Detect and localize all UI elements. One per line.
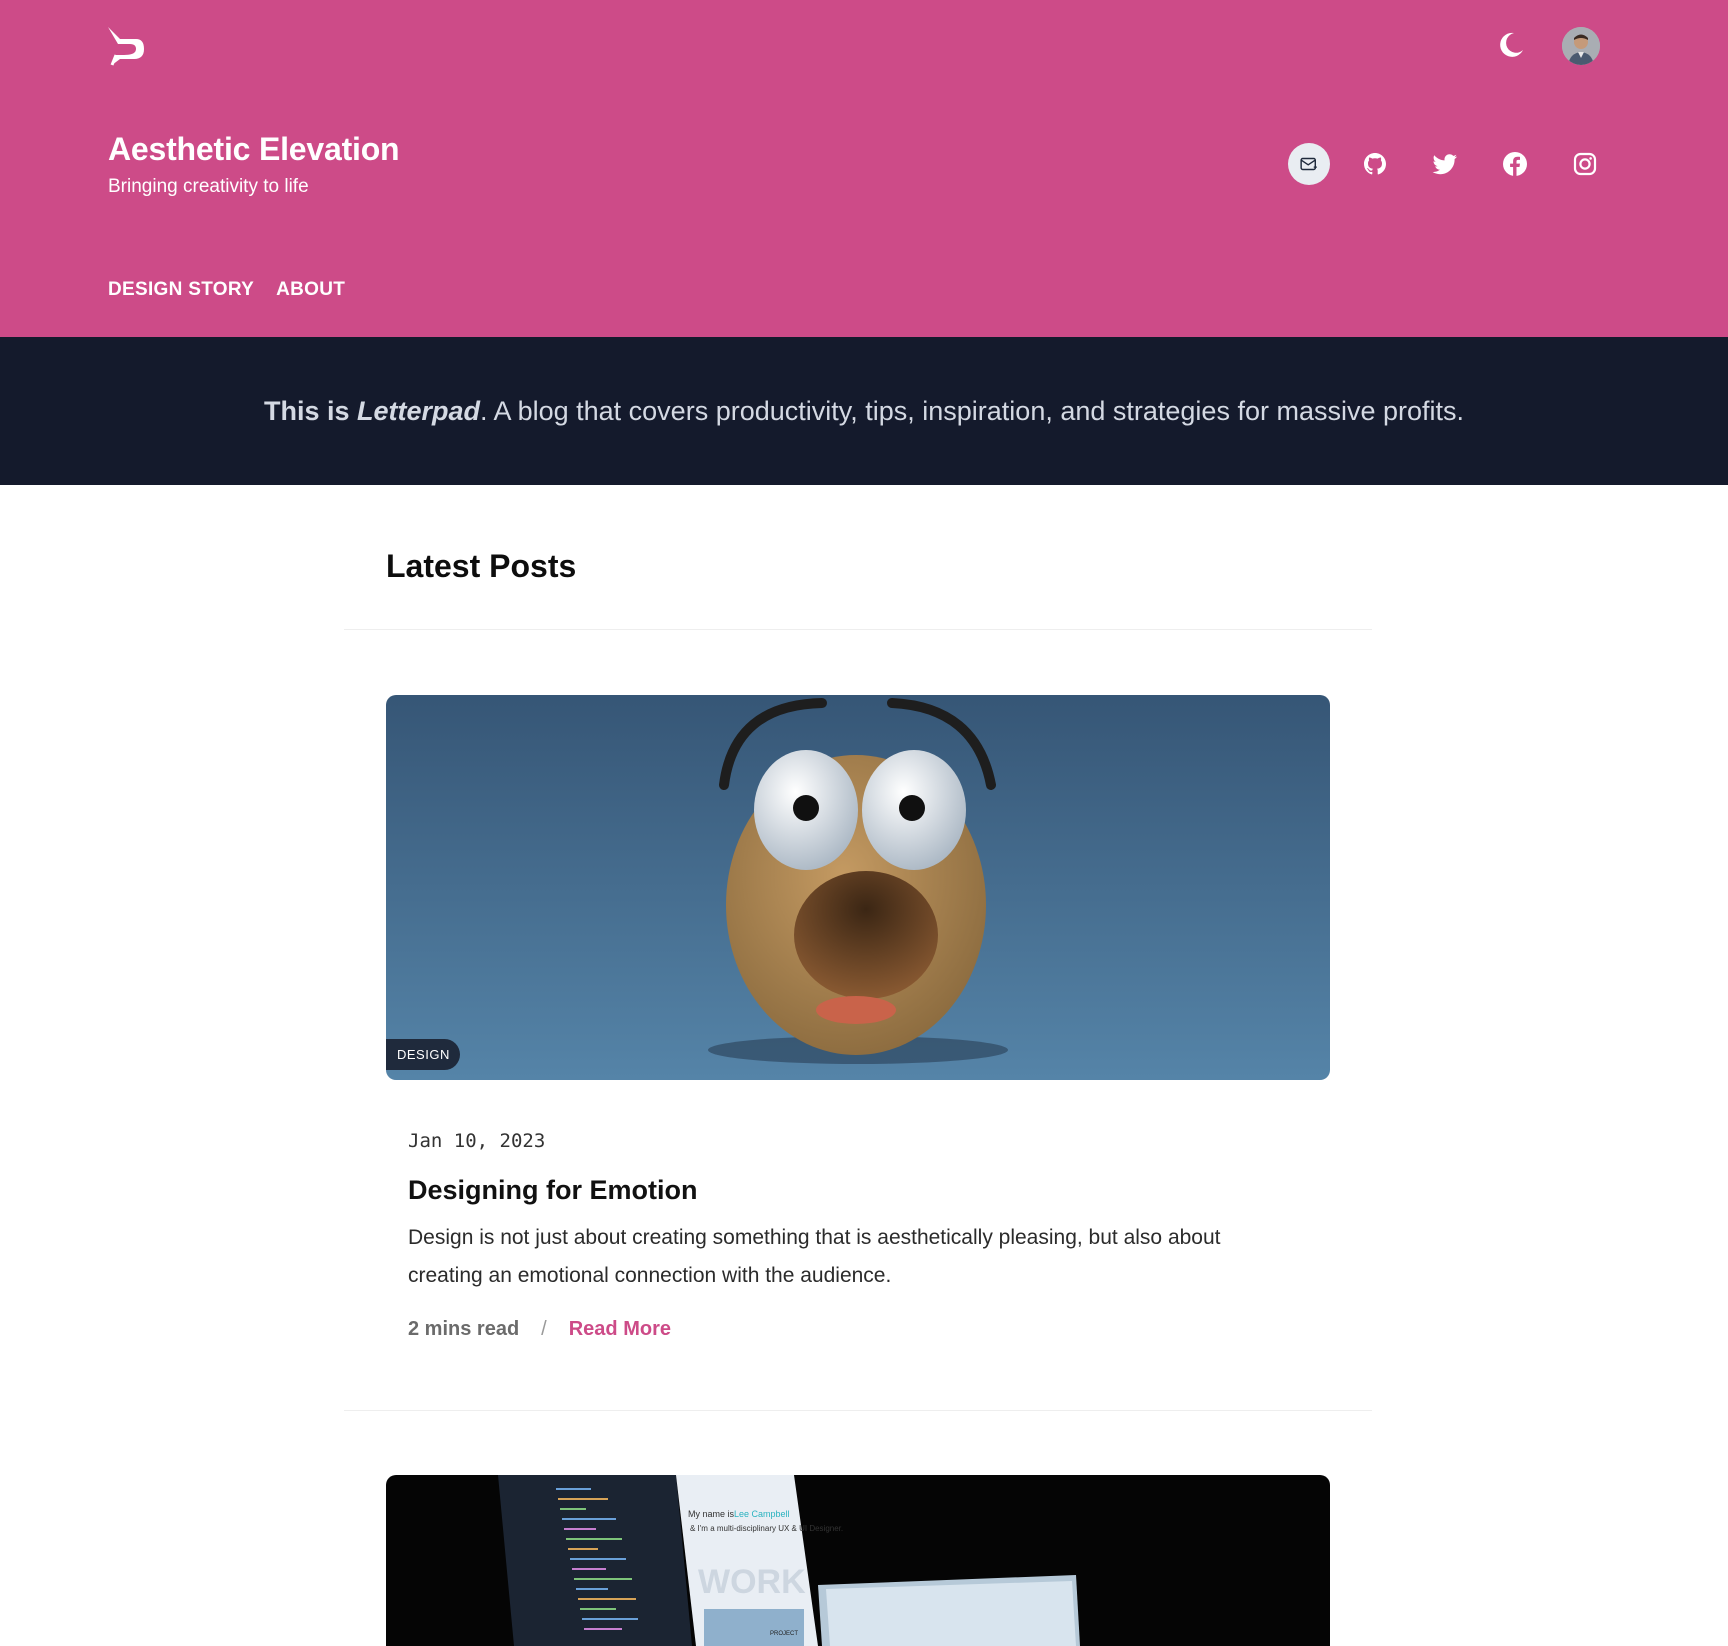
letterpad-logo-icon[interactable] — [106, 25, 146, 67]
site-tagline: Bringing creativity to life — [108, 176, 309, 197]
post-title[interactable]: Designing for Emotion — [408, 1175, 698, 1206]
facebook-icon — [1503, 152, 1527, 176]
facebook-link[interactable] — [1494, 143, 1536, 185]
instagram-link[interactable] — [1564, 143, 1606, 185]
read-time: 2 mins read — [408, 1318, 520, 1340]
post-cover-image[interactable]: DESIGN — [386, 695, 1330, 1080]
read-more-link[interactable]: Read More — [569, 1318, 671, 1341]
site-title[interactable]: Aesthetic Elevation — [108, 131, 400, 168]
main-nav: DESIGN STORY ABOUT — [108, 279, 345, 301]
nav-item-design-story[interactable]: DESIGN STORY — [108, 279, 254, 301]
twitter-link[interactable] — [1424, 143, 1466, 185]
section-title: Latest Posts — [386, 548, 577, 584]
post-date: Jan 10, 2023 — [408, 1130, 546, 1152]
banner-prefix: This is — [263, 395, 358, 426]
user-avatar[interactable] — [1562, 27, 1600, 65]
mail-icon — [1300, 157, 1317, 171]
github-link[interactable] — [1354, 143, 1396, 185]
twitter-icon — [1432, 154, 1457, 175]
divider — [344, 629, 1372, 630]
post-excerpt: Design is not just about creating someth… — [408, 1226, 1221, 1287]
surprised-emoji-illustration — [386, 695, 1330, 1080]
banner-description: . A blog that covers productivity, tips,… — [480, 395, 1465, 426]
image-text-name: My name is — [688, 1509, 735, 1519]
moon-icon[interactable] — [1496, 30, 1526, 60]
post-meta: 2 mins read / Read More — [408, 1318, 671, 1341]
intro-banner: This is Letterpad. A blog that covers pr… — [0, 337, 1728, 485]
banner-text: This is Letterpad. A blog that covers pr… — [264, 396, 1464, 427]
instagram-icon — [1573, 152, 1597, 176]
site-header: Aesthetic Elevation Bringing creativity … — [0, 0, 1728, 337]
image-text-person: Lee Campbell — [734, 1509, 790, 1519]
banner-brand: Letterpad — [357, 395, 481, 426]
image-text-role: & I'm a multi-disciplinary UX & UI Desig… — [690, 1524, 843, 1533]
meta-separator: / — [541, 1318, 547, 1340]
github-icon — [1364, 153, 1386, 175]
post-cover-image[interactable]: My name is Lee Campbell & I'm a multi-di… — [386, 1475, 1330, 1646]
post-category-tag[interactable]: DESIGN — [386, 1039, 460, 1070]
nav-item-about[interactable]: ABOUT — [276, 279, 345, 301]
laptop-screens-photo: My name is Lee Campbell & I'm a multi-di… — [386, 1475, 1330, 1646]
divider — [344, 1410, 1372, 1411]
image-text-work: WORK — [698, 1563, 806, 1601]
email-link[interactable] — [1288, 143, 1330, 185]
image-text-project: PROJECT — [770, 1631, 798, 1637]
